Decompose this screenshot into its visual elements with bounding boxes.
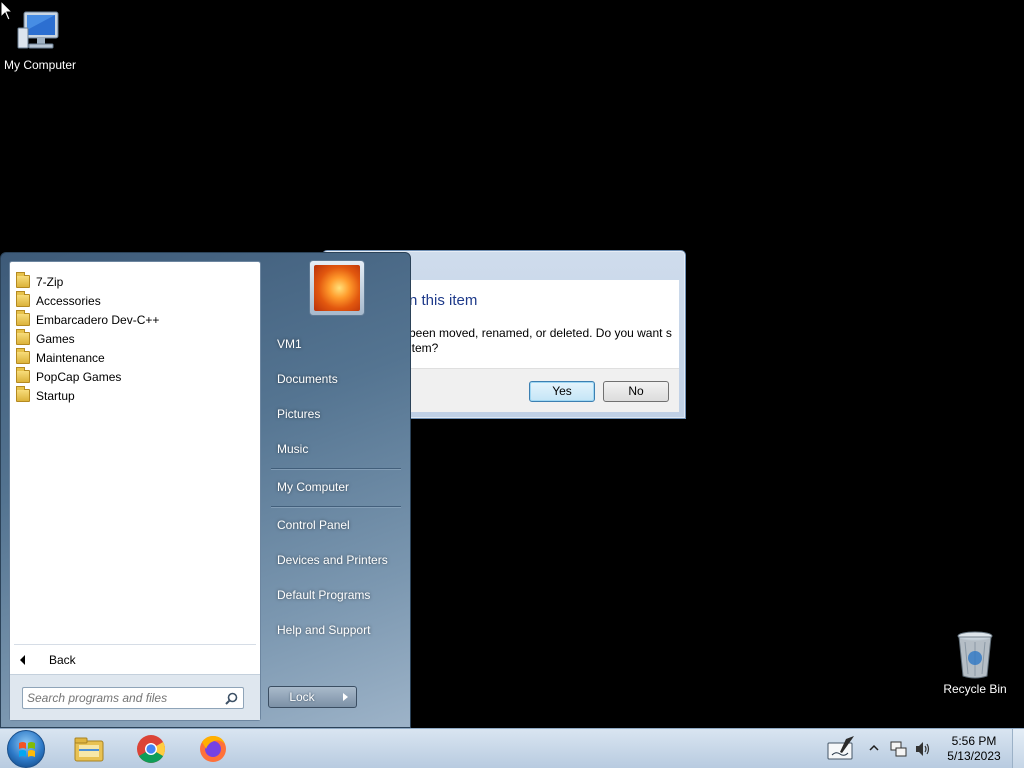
program-label: 7-Zip (36, 274, 64, 289)
dialog-title: n this item (409, 292, 478, 309)
folder-icon (16, 348, 30, 364)
divider (271, 468, 401, 470)
start-button[interactable] (7, 730, 45, 768)
recycle-bin-icon (957, 631, 993, 679)
taskbar-chrome-button[interactable] (134, 733, 168, 765)
folder-icon (16, 310, 30, 326)
programs-pane: 7-Zip Accessories Embarcadero Dev-C++ Ga… (9, 261, 261, 721)
program-label: Accessories (36, 293, 101, 308)
folder-icon (16, 329, 30, 345)
system-clock[interactable]: 5:56 PM 5/13/2023 (944, 734, 1004, 764)
divider (14, 644, 256, 645)
back-button[interactable]: Back (20, 650, 76, 670)
folder-icon (16, 386, 30, 402)
folder-icon (16, 272, 30, 288)
show-hidden-icons-chevron-icon[interactable] (869, 743, 879, 753)
program-label: Games (36, 331, 75, 346)
right-item-devices-printers[interactable]: Devices and Printers (269, 547, 404, 573)
user-avatar[interactable] (309, 260, 365, 316)
right-item-user[interactable]: VM1 (269, 331, 404, 357)
lock-button[interactable]: Lock (268, 686, 336, 708)
divider (271, 506, 401, 508)
right-item-default-programs[interactable]: Default Programs (269, 582, 404, 608)
desktop-icon-label: My Computer (3, 58, 77, 72)
desktop-icon-label: Recycle Bin (943, 682, 1007, 696)
start-menu: 7-Zip Accessories Embarcadero Dev-C++ Ga… (0, 252, 411, 728)
clock-date: 5/13/2023 (947, 749, 1001, 763)
taskbar-explorer-button[interactable] (72, 733, 106, 765)
program-label: Maintenance (36, 350, 105, 365)
program-folder-startup[interactable]: Startup (14, 386, 75, 405)
yes-button[interactable]: Yes (529, 381, 595, 402)
computer-icon (17, 11, 59, 49)
right-item-control-panel[interactable]: Control Panel (269, 512, 404, 538)
pen-input-icon[interactable] (826, 735, 858, 763)
right-item-documents[interactable]: Documents (269, 366, 404, 392)
show-desktop-button[interactable] (1012, 729, 1024, 768)
taskbar-firefox-button[interactable] (196, 733, 230, 765)
right-item-pictures[interactable]: Pictures (269, 401, 404, 427)
dialog-message: been moved, renamed, or deleted. Do you … (409, 326, 672, 355)
search-strip (10, 674, 260, 720)
folder-icon (16, 291, 30, 307)
program-label: PopCap Games (36, 369, 122, 384)
back-arrow-icon (20, 655, 25, 665)
program-folder-popcap[interactable]: PopCap Games (14, 367, 121, 386)
program-label: Embarcadero Dev-C++ (36, 312, 160, 327)
network-icon[interactable] (890, 740, 908, 758)
right-item-help-support[interactable]: Help and Support (269, 617, 404, 643)
program-label: Startup (36, 388, 75, 403)
search-icon[interactable] (225, 692, 238, 705)
clock-time: 5:56 PM (951, 734, 997, 748)
program-folder-embarcadero[interactable]: Embarcadero Dev-C++ (14, 310, 159, 329)
program-folder-accessories[interactable]: Accessories (14, 291, 101, 310)
shutdown-options-arrow-icon[interactable] (335, 686, 357, 708)
program-folder-7zip[interactable]: 7-Zip (14, 272, 63, 291)
desktop-icon-my-computer[interactable]: My Computer (0, 8, 80, 72)
windows-logo-icon (19, 742, 35, 757)
no-button[interactable]: No (603, 381, 669, 402)
chrome-icon (137, 735, 165, 763)
program-folder-games[interactable]: Games (14, 329, 75, 348)
folder-icon (16, 367, 30, 383)
right-item-music[interactable]: Music (269, 436, 404, 462)
volume-icon[interactable] (914, 740, 932, 758)
desktop-icon-recycle-bin[interactable]: Recycle Bin (935, 630, 1015, 696)
taskbar: 5:56 PM 5/13/2023 (0, 728, 1024, 768)
firefox-icon (200, 736, 226, 762)
program-folder-maintenance[interactable]: Maintenance (14, 348, 105, 367)
back-label: Back (49, 653, 76, 667)
windows-explorer-icon (74, 737, 104, 762)
avatar-image (314, 265, 360, 311)
right-item-my-computer[interactable]: My Computer (269, 474, 404, 500)
search-input[interactable] (27, 690, 217, 706)
search-box[interactable] (22, 687, 244, 709)
